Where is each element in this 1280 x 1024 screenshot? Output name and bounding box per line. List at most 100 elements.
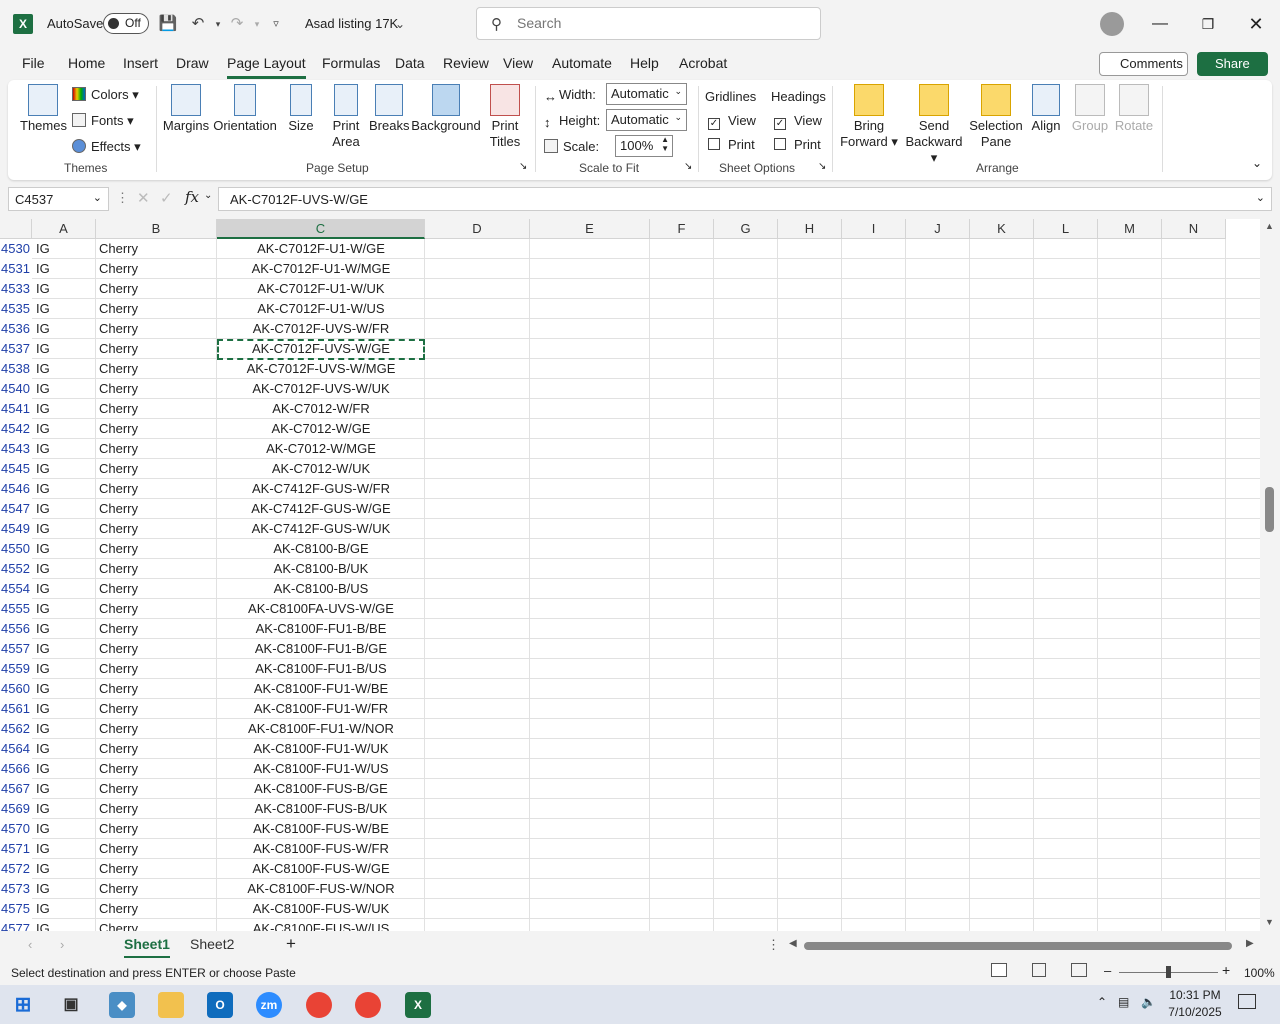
row-header[interactable]: 4555 [0, 599, 32, 619]
cancel-icon[interactable]: ✕ [137, 189, 150, 207]
cell-b[interactable]: Cherry [99, 459, 215, 479]
file-explorer-icon[interactable] [158, 992, 184, 1018]
tab-acrobat[interactable]: Acrobat [679, 55, 727, 71]
column-header-i[interactable]: I [842, 219, 906, 239]
cell-a[interactable]: IG [36, 259, 94, 279]
search-input[interactable] [517, 15, 807, 31]
cell-c[interactable]: AK-C7012F-UVS-W/UK [217, 379, 425, 399]
share-button[interactable]: Share [1197, 52, 1268, 76]
undo-icon[interactable]: ↶ [187, 13, 209, 35]
row-header[interactable]: 4577 [0, 919, 32, 931]
cell-b[interactable]: Cherry [99, 299, 215, 319]
selection-pane-button[interactable]: Selection Pane [968, 84, 1024, 150]
expand-formula-icon[interactable]: ⌄ [1256, 191, 1265, 204]
cell-b[interactable]: Cherry [99, 799, 215, 819]
cell-c[interactable]: AK-C8100-B/GE [217, 539, 425, 559]
network-icon[interactable]: ▤ [1118, 995, 1129, 1009]
cell-a[interactable]: IG [36, 659, 94, 679]
breaks-button[interactable]: Breaks [369, 84, 409, 133]
row-header[interactable]: 4560 [0, 679, 32, 699]
cell-a[interactable]: IG [36, 519, 94, 539]
row-header[interactable]: 4537 [0, 339, 32, 359]
row-header[interactable]: 4545 [0, 459, 32, 479]
row-header[interactable]: 4564 [0, 739, 32, 759]
tab-view[interactable]: View [503, 55, 533, 71]
cell-a[interactable]: IG [36, 719, 94, 739]
column-header-g[interactable]: G [714, 219, 778, 239]
select-all-corner[interactable] [0, 219, 32, 239]
chevron-down-icon[interactable]: ⌄ [204, 190, 212, 201]
cell-b[interactable]: Cherry [99, 559, 215, 579]
column-header-b[interactable]: B [96, 219, 217, 239]
cell-c[interactable]: AK-C8100F-FU1-W/NOR [217, 719, 425, 739]
cell-b[interactable]: Cherry [99, 599, 215, 619]
cell-c[interactable]: AK-C7012-W/GE [217, 419, 425, 439]
row-header[interactable]: 4575 [0, 899, 32, 919]
more-options-icon[interactable]: ⋮ [116, 190, 129, 206]
zoom-level[interactable]: 100% [1244, 966, 1275, 980]
row-header[interactable]: 4559 [0, 659, 32, 679]
tab-page-layout[interactable]: Page Layout [227, 55, 306, 79]
send-backward-button[interactable]: Send Backward ▾ [902, 84, 966, 166]
cell-b[interactable]: Cherry [99, 779, 215, 799]
outlook-icon[interactable]: O [207, 992, 233, 1018]
cell-c[interactable]: AK-C8100-B/US [217, 579, 425, 599]
cell-a[interactable]: IG [36, 279, 94, 299]
column-header-l[interactable]: L [1034, 219, 1098, 239]
cell-c[interactable]: AK-C8100F-FU1-B/US [217, 659, 425, 679]
tab-draw[interactable]: Draw [176, 55, 209, 71]
cell-a[interactable]: IG [36, 419, 94, 439]
print-titles-button[interactable]: Print Titles [485, 84, 525, 150]
cell-c[interactable]: AK-C7012F-UVS-W/MGE [217, 359, 425, 379]
cell-b[interactable]: Cherry [99, 479, 215, 499]
cell-a[interactable]: IG [36, 759, 94, 779]
restore-icon[interactable]: ❐ [1196, 12, 1220, 36]
cell-b[interactable]: Cherry [99, 679, 215, 699]
cell-b[interactable]: Cherry [99, 519, 215, 539]
row-header[interactable]: 4556 [0, 619, 32, 639]
cell-a[interactable]: IG [36, 599, 94, 619]
row-header[interactable]: 4530 [0, 239, 32, 259]
row-header[interactable]: 4567 [0, 779, 32, 799]
cell-b[interactable]: Cherry [99, 339, 215, 359]
cell-b[interactable]: Cherry [99, 859, 215, 879]
tab-formulas[interactable]: Formulas [322, 55, 380, 71]
more-options-icon[interactable]: ⋮ [767, 937, 780, 953]
tab-data[interactable]: Data [395, 55, 425, 71]
formula-input[interactable]: AK-C7012F-UVS-W/GE ⌄ [218, 187, 1272, 211]
cell-a[interactable]: IG [36, 579, 94, 599]
scroll-left-icon[interactable]: ◀ [789, 938, 797, 949]
cell-a[interactable]: IG [36, 739, 94, 759]
row-header[interactable]: 4543 [0, 439, 32, 459]
cell-a[interactable]: IG [36, 619, 94, 639]
spreadsheet-grid[interactable]: A B C D E F G H I J K L M N 4530 IG Cherry AK-C7012F-U1-W… [0, 219, 1260, 931]
row-header[interactable]: 4531 [0, 259, 32, 279]
cell-a[interactable]: IG [36, 639, 94, 659]
cell-c[interactable]: AK-C8100F-FUS-W/FR [217, 839, 425, 859]
redo-icon[interactable]: ↷ [226, 13, 248, 35]
cell-c[interactable]: AK-C7012-W/FR [217, 399, 425, 419]
cell-a[interactable]: IG [36, 699, 94, 719]
cell-c[interactable]: AK-C7012F-U1-W/UK [217, 279, 425, 299]
cell-c[interactable]: AK-C7012-W/MGE [217, 439, 425, 459]
cell-c[interactable]: AK-C8100F-FUS-W/NOR [217, 879, 425, 899]
background-button[interactable]: Background [411, 84, 481, 133]
cell-b[interactable]: Cherry [99, 659, 215, 679]
app-icon[interactable]: ◆ [109, 992, 135, 1018]
document-title[interactable]: Asad listing 17K [305, 16, 398, 31]
cell-b[interactable]: Cherry [99, 239, 215, 259]
name-box[interactable]: C4537 ⌄ [8, 187, 109, 211]
row-header[interactable]: 4550 [0, 539, 32, 559]
cell-a[interactable]: IG [36, 859, 94, 879]
cell-a[interactable]: IG [36, 819, 94, 839]
autosave-toggle[interactable]: Off [103, 13, 149, 34]
chevron-down-icon[interactable]: ⌄ [389, 13, 411, 35]
cell-b[interactable]: Cherry [99, 879, 215, 899]
group-button[interactable]: Group [1070, 84, 1110, 133]
tray-chevron-icon[interactable]: ⌃ [1097, 995, 1107, 1009]
gridlines-view-checkbox[interactable]: ✓ View [708, 113, 756, 130]
page-break-view-icon[interactable] [1071, 963, 1087, 977]
cell-b[interactable]: Cherry [99, 579, 215, 599]
cell-c[interactable]: AK-C8100F-FU1-W/FR [217, 699, 425, 719]
row-header[interactable]: 4533 [0, 279, 32, 299]
